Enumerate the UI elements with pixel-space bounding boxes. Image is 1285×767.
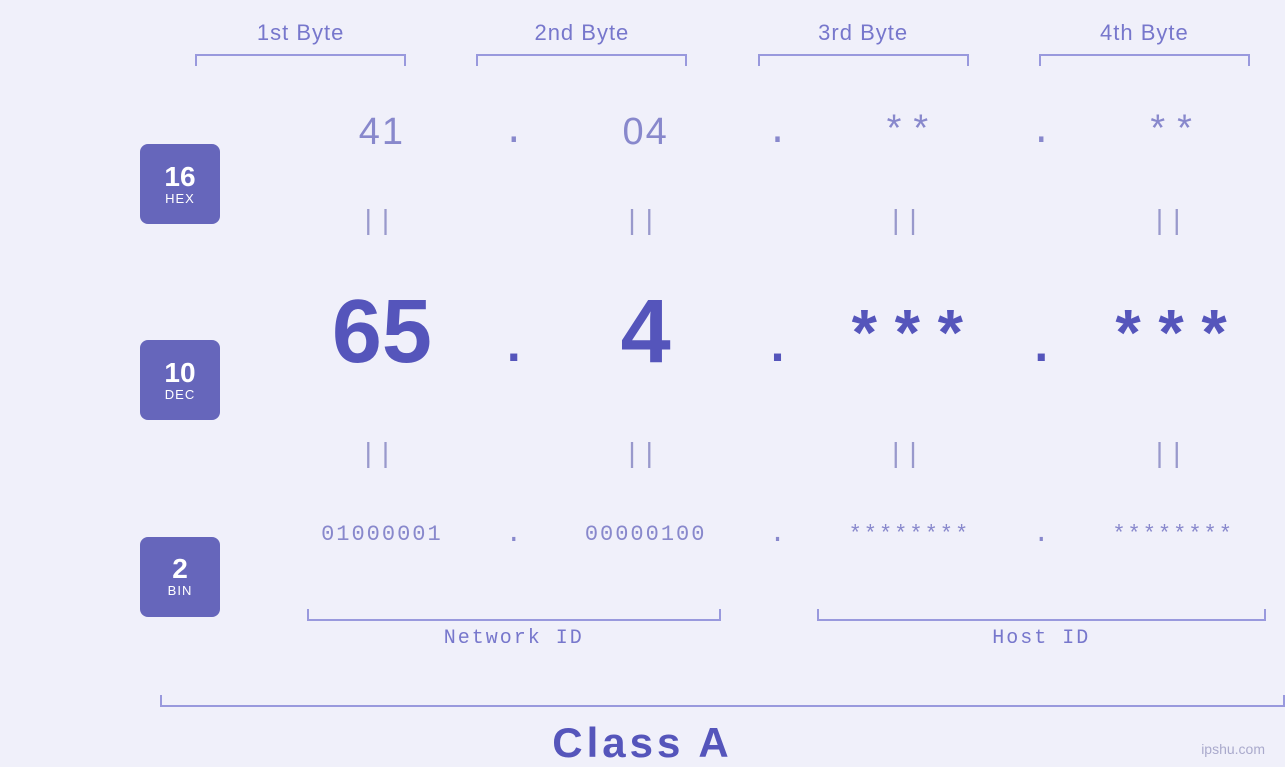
top-brackets xyxy=(0,54,1285,66)
bracket-line-3 xyxy=(758,54,969,66)
rows-area: 41 . 04 . ** . ** xyxy=(270,86,1285,675)
dec-dot2: . xyxy=(758,320,798,377)
dec-dot3: . xyxy=(1021,320,1061,377)
dec-badge: 10 DEC xyxy=(140,340,220,420)
dec-byte2: 4 xyxy=(534,287,758,377)
dec-byte1: 65 xyxy=(270,287,494,377)
byte1-header: 1st Byte xyxy=(160,20,441,46)
bracket-spacer-dot xyxy=(758,609,798,650)
bracket-line-4 xyxy=(1039,54,1250,66)
network-id-bracket-line xyxy=(307,609,721,621)
equals-3: || xyxy=(798,204,1022,236)
hex-badge: 16 HEX xyxy=(140,144,220,224)
bracket-line-1 xyxy=(195,54,406,66)
dec-byte3: *** xyxy=(798,303,1022,377)
class-label: Class A xyxy=(552,719,733,766)
watermark: ipshu.com xyxy=(1201,741,1265,757)
equals-1: || xyxy=(270,204,494,236)
equals-row-2: || || || || xyxy=(270,437,1285,469)
byte2-header: 2nd Byte xyxy=(441,20,722,46)
equals-row-1: || || || || xyxy=(270,204,1285,236)
bracket-byte2 xyxy=(441,54,722,66)
byte-headers: 1st Byte 2nd Byte 3rd Byte 4th Byte xyxy=(0,20,1285,46)
class-bracket-line xyxy=(160,695,1285,707)
bin-dot2: . xyxy=(758,519,798,550)
equals-6: || xyxy=(534,437,758,469)
bracket-line-2 xyxy=(476,54,687,66)
host-id-section: Host ID xyxy=(798,609,1285,650)
dec-badge-num: 10 xyxy=(164,359,195,387)
hex-byte1: 41 xyxy=(270,111,494,154)
bin-dot3: . xyxy=(1021,519,1061,550)
bin-dot1: . xyxy=(494,519,534,550)
id-brackets-row: Network ID Host ID xyxy=(270,609,1285,650)
class-row: Class A xyxy=(0,719,1285,767)
main-container: 1st Byte 2nd Byte 3rd Byte 4th Byte 16 H… xyxy=(0,0,1285,767)
hex-dot3: . xyxy=(1021,111,1061,154)
bin-row: 01000001 . 00000100 . ******** . xyxy=(270,519,1285,550)
dec-byte4: *** xyxy=(1061,303,1285,377)
host-id-label: Host ID xyxy=(992,627,1090,650)
equals-7: || xyxy=(798,437,1022,469)
hex-byte2: 04 xyxy=(534,111,758,154)
host-id-bracket-line xyxy=(817,609,1266,621)
bin-byte2: 00000100 xyxy=(534,522,758,547)
bin-badge-label: BIN xyxy=(168,583,193,598)
bin-byte1: 01000001 xyxy=(270,522,494,547)
dec-dot1: . xyxy=(494,320,534,377)
content-area: 16 HEX 10 DEC 2 BIN 41 . xyxy=(0,86,1285,675)
equals-4: || xyxy=(1061,204,1285,236)
hex-byte4: ** xyxy=(1061,111,1285,154)
byte3-header: 3rd Byte xyxy=(723,20,1004,46)
byte4-header: 4th Byte xyxy=(1004,20,1285,46)
bin-badge-num: 2 xyxy=(172,555,188,583)
bin-byte4: ******** xyxy=(1061,522,1285,547)
bracket-byte4 xyxy=(1004,54,1285,66)
equals-2: || xyxy=(534,204,758,236)
bracket-byte3 xyxy=(723,54,1004,66)
network-id-label: Network ID xyxy=(444,627,584,650)
hex-dot1: . xyxy=(494,111,534,154)
equals-5: || xyxy=(270,437,494,469)
bin-byte3: ******** xyxy=(798,522,1022,547)
hex-badge-label: HEX xyxy=(165,191,195,206)
bracket-byte1 xyxy=(160,54,441,66)
hex-row: 41 . 04 . ** . ** xyxy=(270,111,1285,154)
hex-badge-num: 16 xyxy=(164,163,195,191)
badges-column: 16 HEX 10 DEC 2 BIN xyxy=(140,86,270,675)
equals-8: || xyxy=(1061,437,1285,469)
hex-byte3: ** xyxy=(798,111,1022,154)
bin-badge: 2 BIN xyxy=(140,537,220,617)
dec-badge-label: DEC xyxy=(165,387,195,402)
hex-dot2: . xyxy=(758,111,798,154)
dec-row: 65 . 4 . *** . *** xyxy=(270,287,1285,387)
network-id-section: Network ID xyxy=(270,609,758,650)
